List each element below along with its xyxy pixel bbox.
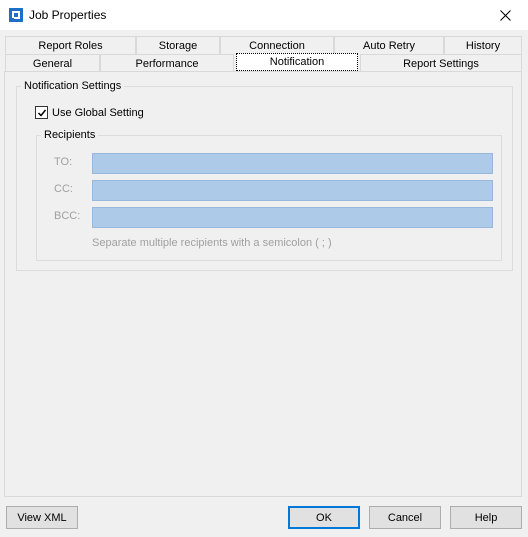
title-bar: Job Properties xyxy=(0,0,528,30)
bcc-field[interactable] xyxy=(92,207,493,228)
checkbox-box[interactable] xyxy=(35,106,48,119)
tab-report-settings[interactable]: Report Settings xyxy=(360,54,522,72)
cc-field[interactable] xyxy=(92,180,493,201)
recipients-hint: Separate multiple recipients with a semi… xyxy=(92,237,332,249)
use-global-setting-checkbox[interactable]: Use Global Setting xyxy=(35,106,144,119)
recipients-label: Recipients xyxy=(41,129,99,141)
help-button[interactable]: Help xyxy=(450,506,522,529)
view-xml-button[interactable]: View XML xyxy=(6,506,78,529)
window-title: Job Properties xyxy=(29,8,107,22)
notification-settings-label: Notification Settings xyxy=(21,80,125,92)
use-global-setting-label: Use Global Setting xyxy=(52,106,144,119)
tab-notification[interactable]: Notification xyxy=(236,53,358,71)
to-field[interactable] xyxy=(92,153,493,174)
close-button[interactable] xyxy=(482,0,528,30)
bcc-label: BCC: xyxy=(54,210,81,222)
to-label: TO: xyxy=(54,156,73,168)
cancel-button[interactable]: Cancel xyxy=(369,506,441,529)
tab-connection[interactable]: Connection xyxy=(220,36,334,54)
checkmark-icon xyxy=(37,109,46,117)
tab-history[interactable]: History xyxy=(444,36,522,54)
tab-report-roles[interactable]: Report Roles xyxy=(5,36,136,54)
tab-performance[interactable]: Performance xyxy=(100,54,234,72)
tab-auto-retry[interactable]: Auto Retry xyxy=(334,36,444,54)
app-icon xyxy=(9,8,23,22)
cc-label: CC: xyxy=(54,183,73,195)
ok-button[interactable]: OK xyxy=(288,506,360,529)
close-icon xyxy=(499,9,511,21)
tab-storage[interactable]: Storage xyxy=(136,36,220,54)
tab-general[interactable]: General xyxy=(5,54,100,72)
